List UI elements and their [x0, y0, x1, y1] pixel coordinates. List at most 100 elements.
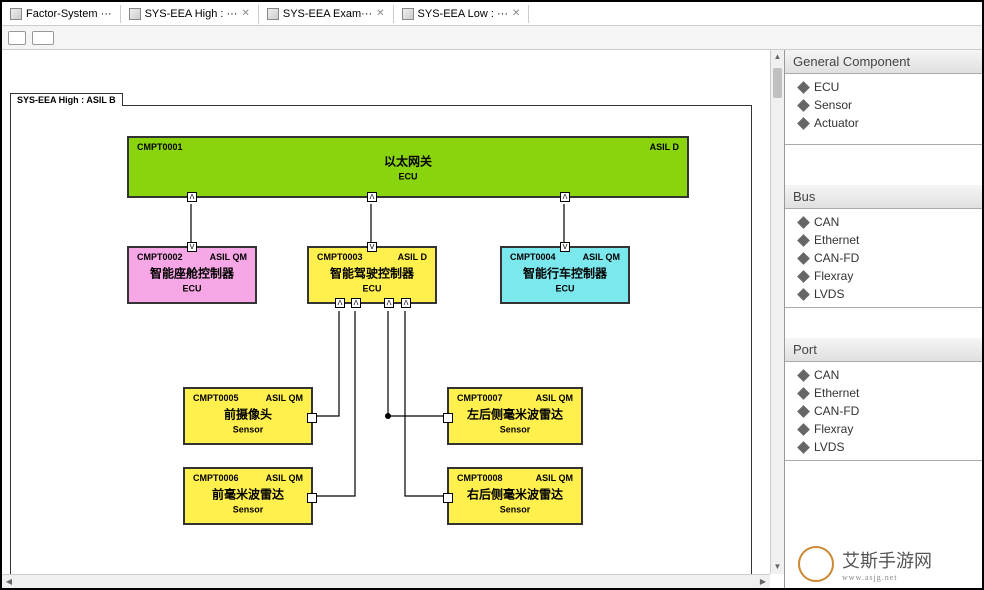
file-icon: [402, 8, 414, 20]
node-name: 前摄像头: [185, 406, 311, 423]
node-gateway[interactable]: CMPT0001 ASIL D 以太网关 ECU ᐱ ᐱ ᐱ: [127, 136, 689, 198]
node-kind: Sensor: [449, 425, 581, 435]
scroll-handle[interactable]: [773, 68, 782, 98]
diagram-title: SYS-EEA High : ASIL B: [10, 93, 123, 106]
tab-label: Factor-System ···: [26, 8, 112, 20]
port[interactable]: ᐯ: [187, 242, 197, 252]
scroll-left-icon[interactable]: ◀: [2, 575, 16, 588]
diamond-icon: [797, 405, 810, 418]
palette-header[interactable]: General Component: [785, 50, 982, 74]
diamond-icon: [797, 252, 810, 265]
diamond-icon: [797, 99, 810, 112]
node-radar-front[interactable]: CMPT0006 ASIL QM 前毫米波雷达 Sensor: [183, 467, 313, 525]
node-asil: ASIL QM: [536, 473, 573, 483]
scroll-up-icon[interactable]: ▲: [771, 50, 784, 64]
port[interactable]: ᐱ: [560, 192, 570, 202]
close-icon[interactable]: ✕: [512, 8, 520, 19]
node-name: 以太网关: [129, 153, 687, 170]
diagram-canvas[interactable]: SYS-EEA High : ASIL B: [2, 50, 784, 588]
port[interactable]: ᐱ: [335, 298, 345, 308]
horizontal-scrollbar[interactable]: ◀ ▶: [2, 574, 770, 588]
diamond-icon: [797, 117, 810, 130]
file-icon: [267, 8, 279, 20]
palette-item-lvds[interactable]: LVDS: [785, 285, 982, 303]
tab-sys-eea-high[interactable]: SYS-EEA High : ··· ✕: [121, 5, 259, 25]
node-asil: ASIL QM: [210, 252, 247, 262]
node-name: 左后侧毫米波雷达: [449, 406, 581, 423]
node-radar-rear-left[interactable]: CMPT0007 ASIL QM 左后侧毫米波雷达 Sensor: [447, 387, 583, 445]
usb-icon[interactable]: [32, 31, 54, 45]
diamond-icon: [797, 216, 810, 229]
node-asil: ASIL QM: [266, 473, 303, 483]
node-name: 前毫米波雷达: [185, 486, 311, 503]
diagram-frame: SYS-EEA High : ASIL B: [10, 105, 752, 575]
node-kind: ECU: [129, 172, 687, 182]
tabs-bar: Factor-System ··· SYS-EEA High : ··· ✕ S…: [2, 2, 982, 26]
node-asil: ASIL D: [650, 142, 679, 152]
tab-sys-eea-low[interactable]: SYS-EEA Low : ··· ✕: [394, 5, 530, 23]
diamond-icon: [797, 423, 810, 436]
node-id: CMPT0002: [137, 252, 183, 262]
node-asil: ASIL QM: [583, 252, 620, 262]
palette-item-actuator[interactable]: Actuator: [785, 114, 982, 132]
diamond-icon: [797, 387, 810, 400]
node-name: 智能座舱控制器: [129, 265, 255, 282]
palette-item-port-flexray[interactable]: Flexray: [785, 420, 982, 438]
palette: General Component ECU Sensor Actuator Bu…: [784, 50, 982, 588]
port[interactable]: ᐱ: [187, 192, 197, 202]
tab-label: SYS-EEA High : ···: [145, 8, 238, 20]
palette-item-flexray[interactable]: Flexray: [785, 267, 982, 285]
node-asil: ASIL QM: [266, 393, 303, 403]
palette-item-port-lvds[interactable]: LVDS: [785, 438, 982, 456]
port[interactable]: ᐱ: [351, 298, 361, 308]
node-adas[interactable]: CMPT0003 ASIL D 智能驾驶控制器 ECU ᐯ ᐱ ᐱ ᐱ ᐱ: [307, 246, 437, 304]
diamond-icon: [797, 270, 810, 283]
palette-header[interactable]: Bus: [785, 185, 982, 209]
tab-sys-eea-exam[interactable]: SYS-EEA Exam··· ✕: [259, 5, 394, 23]
node-cabin[interactable]: CMPT0002 ASIL QM 智能座舱控制器 ECU ᐯ: [127, 246, 257, 304]
palette-item-port-can[interactable]: CAN: [785, 366, 982, 384]
palette-item-canfd[interactable]: CAN-FD: [785, 249, 982, 267]
diamond-icon: [797, 81, 810, 94]
node-name: 智能行车控制器: [502, 265, 628, 282]
port[interactable]: [307, 413, 317, 423]
palette-item-port-ethernet[interactable]: Ethernet: [785, 384, 982, 402]
port[interactable]: ᐯ: [367, 242, 377, 252]
port[interactable]: ᐯ: [560, 242, 570, 252]
scroll-down-icon[interactable]: ▼: [771, 560, 784, 574]
port[interactable]: ᐱ: [401, 298, 411, 308]
node-id: CMPT0008: [457, 473, 503, 483]
node-id: CMPT0004: [510, 252, 556, 262]
vertical-scrollbar[interactable]: ▲ ▼: [770, 50, 784, 574]
port[interactable]: [443, 413, 453, 423]
toolbar: [2, 26, 982, 50]
node-asil: ASIL QM: [536, 393, 573, 403]
port[interactable]: ᐱ: [384, 298, 394, 308]
palette-header[interactable]: Port: [785, 338, 982, 362]
palette-section-port: Port CAN Ethernet CAN-FD Flexray LVDS: [785, 338, 982, 461]
node-drive[interactable]: CMPT0004 ASIL QM 智能行车控制器 ECU ᐯ: [500, 246, 630, 304]
close-icon[interactable]: ✕: [241, 8, 249, 19]
palette-section-general: General Component ECU Sensor Actuator: [785, 50, 982, 145]
palette-item-sensor[interactable]: Sensor: [785, 96, 982, 114]
connector-icon[interactable]: [8, 31, 26, 45]
palette-item-ecu[interactable]: ECU: [785, 78, 982, 96]
palette-item-port-canfd[interactable]: CAN-FD: [785, 402, 982, 420]
tab-label: SYS-EEA Exam···: [283, 8, 372, 20]
scroll-right-icon[interactable]: ▶: [756, 575, 770, 588]
diamond-icon: [797, 234, 810, 247]
port[interactable]: ᐱ: [367, 192, 377, 202]
node-camera-front[interactable]: CMPT0005 ASIL QM 前摄像头 Sensor: [183, 387, 313, 445]
palette-item-can[interactable]: CAN: [785, 213, 982, 231]
diamond-icon: [797, 441, 810, 454]
node-radar-rear-right[interactable]: CMPT0008 ASIL QM 右后侧毫米波雷达 Sensor: [447, 467, 583, 525]
node-kind: Sensor: [449, 505, 581, 515]
file-icon: [129, 8, 141, 20]
palette-item-ethernet[interactable]: Ethernet: [785, 231, 982, 249]
port[interactable]: [443, 493, 453, 503]
tab-factor-system[interactable]: Factor-System ···: [2, 5, 121, 23]
node-id: CMPT0006: [193, 473, 239, 483]
node-name: 智能驾驶控制器: [309, 265, 435, 282]
close-icon[interactable]: ✕: [376, 8, 384, 19]
port[interactable]: [307, 493, 317, 503]
